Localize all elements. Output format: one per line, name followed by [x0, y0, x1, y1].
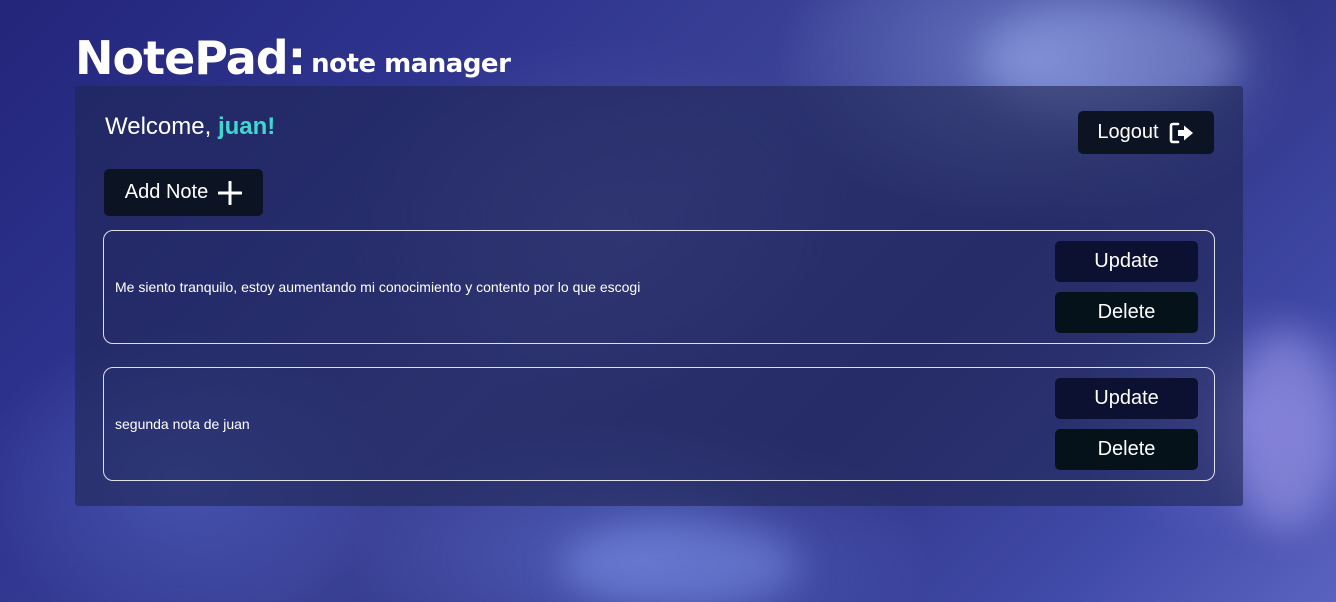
note-text: Me siento tranquilo, estoy aumentando mi…: [115, 279, 641, 295]
note-card: segunda nota de juan Update Delete: [103, 367, 1215, 481]
note-card: Me siento tranquilo, estoy aumentando mi…: [103, 230, 1215, 344]
add-note-button[interactable]: Add Note: [104, 169, 263, 216]
note-text: segunda nota de juan: [115, 416, 250, 432]
background-cloud: [1230, 330, 1336, 530]
sign-out-icon: [1169, 122, 1195, 144]
welcome-username: juan!: [217, 113, 276, 140]
delete-note-button[interactable]: Delete: [1055, 292, 1198, 333]
plus-icon: [218, 180, 243, 205]
welcome-message: Welcome, juan!: [105, 112, 275, 142]
notes-panel: Welcome, juan! Logout Add Note Me siento…: [75, 86, 1243, 506]
update-note-button[interactable]: Update: [1055, 241, 1198, 282]
update-note-button[interactable]: Update: [1055, 378, 1198, 419]
app-title: NotePad: note manager: [75, 28, 511, 85]
add-note-label: Add Note: [124, 181, 209, 203]
logout-button[interactable]: Logout: [1078, 111, 1214, 154]
app-brand: NotePad:: [75, 31, 306, 85]
welcome-greeting: Welcome,: [105, 113, 212, 140]
background-cloud: [560, 520, 800, 602]
logout-label: Logout: [1097, 121, 1159, 143]
delete-note-button[interactable]: Delete: [1055, 429, 1198, 470]
app-tagline: note manager: [311, 49, 511, 79]
